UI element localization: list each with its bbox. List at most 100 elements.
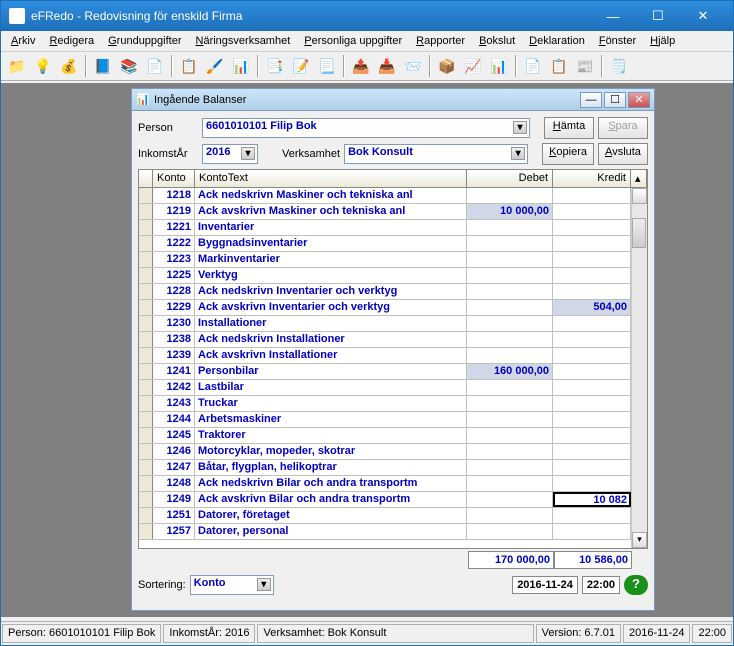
- cell-konto[interactable]: 1244: [153, 412, 195, 427]
- tool-moneybag-icon[interactable]: 💰: [57, 54, 81, 78]
- tool-folder-icon[interactable]: 📁: [5, 54, 29, 78]
- table-row[interactable]: 1223Markinventarier: [139, 252, 647, 268]
- tool-form1-icon[interactable]: 📑: [263, 54, 287, 78]
- year-select[interactable]: 2016: [202, 144, 258, 164]
- cell-kredit[interactable]: [553, 348, 631, 363]
- tool-graph-icon[interactable]: 📈: [461, 54, 485, 78]
- cell-debet[interactable]: [467, 492, 553, 507]
- cell-kredit[interactable]: [553, 428, 631, 443]
- menu-redigera[interactable]: Redigera: [43, 33, 100, 49]
- table-row[interactable]: 1239Ack avskrivn Installationer: [139, 348, 647, 364]
- tool-note-icon[interactable]: 🗒️: [607, 54, 631, 78]
- cell-kredit[interactable]: [553, 412, 631, 427]
- cell-konto[interactable]: 1222: [153, 236, 195, 251]
- cell-debet[interactable]: [467, 460, 553, 475]
- cell-kontotext[interactable]: Ack avskrivn Bilar och andra transportm: [195, 492, 467, 507]
- kredit-header[interactable]: Kredit: [553, 170, 631, 187]
- cell-kontotext[interactable]: Båtar, flygplan, helikoptrar: [195, 460, 467, 475]
- cell-kontotext[interactable]: Datorer, företaget: [195, 508, 467, 523]
- kontotext-header[interactable]: KontoText: [195, 170, 467, 187]
- cell-konto[interactable]: 1243: [153, 396, 195, 411]
- cell-kontotext[interactable]: Verktyg: [195, 268, 467, 283]
- cell-konto[interactable]: 1248: [153, 476, 195, 491]
- cell-kredit[interactable]: [553, 220, 631, 235]
- cell-kontotext[interactable]: Datorer, personal: [195, 524, 467, 539]
- cell-konto[interactable]: 1247: [153, 460, 195, 475]
- cell-debet[interactable]: [467, 396, 553, 411]
- cell-kontotext[interactable]: Motorcyklar, mopeder, skotrar: [195, 444, 467, 459]
- cell-kredit[interactable]: [553, 364, 631, 379]
- cell-kredit[interactable]: [553, 332, 631, 347]
- cell-debet[interactable]: 160 000,00: [467, 364, 553, 379]
- tool-brush-icon[interactable]: 🖌️: [203, 54, 227, 78]
- tool-form3-icon[interactable]: 📃: [315, 54, 339, 78]
- cell-kontotext[interactable]: Ack nedskrivn Installationer: [195, 332, 467, 347]
- cell-debet[interactable]: [467, 412, 553, 427]
- person-select[interactable]: 6601010101 Filip Bok: [202, 118, 530, 138]
- cell-debet[interactable]: [467, 476, 553, 491]
- help-icon[interactable]: ?: [624, 575, 648, 595]
- cell-konto[interactable]: 1218: [153, 188, 195, 203]
- cell-debet[interactable]: [467, 428, 553, 443]
- cell-kontotext[interactable]: Inventarier: [195, 220, 467, 235]
- cell-konto[interactable]: 1251: [153, 508, 195, 523]
- cell-konto[interactable]: 1241: [153, 364, 195, 379]
- child-close-button[interactable]: ✕: [628, 92, 650, 108]
- menu-rapporter[interactable]: Rapporter: [410, 33, 471, 49]
- cell-kredit[interactable]: [553, 236, 631, 251]
- tool-paste-icon[interactable]: 📋: [177, 54, 201, 78]
- cell-kontotext[interactable]: Personbilar: [195, 364, 467, 379]
- cell-kredit[interactable]: [553, 204, 631, 219]
- cell-kontotext[interactable]: Ack avskrivn Maskiner och tekniska anl: [195, 204, 467, 219]
- verksamhet-select[interactable]: Bok Konsult: [344, 144, 528, 164]
- sortering-select[interactable]: Konto: [190, 575, 274, 595]
- cell-kontotext[interactable]: Installationer: [195, 316, 467, 331]
- table-row[interactable]: 1222Byggnadsinventarier: [139, 236, 647, 252]
- cell-kredit[interactable]: [553, 268, 631, 283]
- cell-debet[interactable]: [467, 268, 553, 283]
- cell-konto[interactable]: 1223: [153, 252, 195, 267]
- avsluta-button[interactable]: Avsluta: [598, 143, 648, 165]
- table-row[interactable]: 1245Traktorer: [139, 428, 647, 444]
- tool-bulb-icon[interactable]: 💡: [31, 54, 55, 78]
- cell-konto[interactable]: 1245: [153, 428, 195, 443]
- scroll-down-button[interactable]: ▾: [632, 532, 647, 548]
- cell-debet[interactable]: [467, 300, 553, 315]
- menu-deklaration[interactable]: Deklaration: [523, 33, 591, 49]
- table-row[interactable]: 1251Datorer, företaget: [139, 508, 647, 524]
- cell-konto[interactable]: 1249: [153, 492, 195, 507]
- cell-kredit[interactable]: 504,00: [553, 300, 631, 315]
- cell-debet[interactable]: [467, 524, 553, 539]
- table-row[interactable]: 1229Ack avskrivn Inventarier och verktyg…: [139, 300, 647, 316]
- cell-kredit[interactable]: [553, 508, 631, 523]
- cell-konto[interactable]: 1225: [153, 268, 195, 283]
- cell-debet[interactable]: [467, 284, 553, 299]
- cell-kontotext[interactable]: Ack avskrivn Inventarier och verktyg: [195, 300, 467, 315]
- cell-debet[interactable]: [467, 252, 553, 267]
- table-row[interactable]: 1244Arbetsmaskiner: [139, 412, 647, 428]
- cell-kredit[interactable]: [553, 380, 631, 395]
- cell-konto[interactable]: 1238: [153, 332, 195, 347]
- tool-book1-icon[interactable]: 📘: [91, 54, 115, 78]
- menu-bokslut[interactable]: Bokslut: [473, 33, 521, 49]
- tool-doc1-icon[interactable]: 📄: [521, 54, 545, 78]
- table-row[interactable]: 1243Truckar: [139, 396, 647, 412]
- cell-konto[interactable]: 1242: [153, 380, 195, 395]
- tool-bars-icon[interactable]: 📊: [487, 54, 511, 78]
- tool-books-icon[interactable]: 📚: [117, 54, 141, 78]
- cell-kontotext[interactable]: Ack nedskrivn Inventarier och verktyg: [195, 284, 467, 299]
- scroll-up-button[interactable]: [632, 188, 647, 204]
- child-minimize-button[interactable]: —: [580, 92, 602, 108]
- table-row[interactable]: 1225Verktyg: [139, 268, 647, 284]
- cell-kredit[interactable]: [553, 444, 631, 459]
- cell-debet[interactable]: [467, 220, 553, 235]
- tool-form2-icon[interactable]: 📝: [289, 54, 313, 78]
- table-row[interactable]: 1219Ack avskrivn Maskiner och tekniska a…: [139, 204, 647, 220]
- table-row[interactable]: 1230Installationer: [139, 316, 647, 332]
- cell-kredit[interactable]: [553, 460, 631, 475]
- menu-fönster[interactable]: Fönster: [593, 33, 642, 49]
- cell-konto[interactable]: 1228: [153, 284, 195, 299]
- table-row[interactable]: 1249Ack avskrivn Bilar och andra transpo…: [139, 492, 647, 508]
- cell-kredit[interactable]: [553, 316, 631, 331]
- cell-kontotext[interactable]: Markinventarier: [195, 252, 467, 267]
